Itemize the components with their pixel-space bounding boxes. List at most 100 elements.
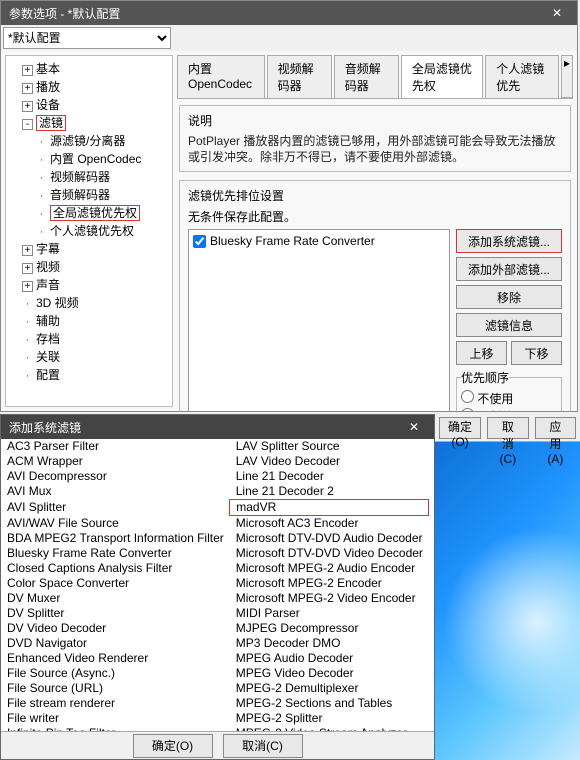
ok-button[interactable]: 确定(O) — [439, 417, 481, 439]
filter-cell[interactable]: BDA MPEG2 Transport Information Filter — [1, 531, 230, 546]
filter-cell[interactable]: StreamBuffer — [429, 606, 434, 621]
filter-row[interactable]: AVI SplittermadVROverlay Mixer — [1, 500, 434, 516]
tab[interactable]: 音频解码器 — [334, 55, 399, 98]
filter-cell[interactable]: Smart Tee — [429, 576, 434, 591]
category-tree[interactable]: +基本+播放+设备-滤镜·源滤镜/分离器·内置 OpenCodec·视频解码器·… — [5, 55, 173, 407]
filter-cell[interactable]: AVI Mux — [1, 484, 230, 500]
filter-cell[interactable]: Microsoft MPEG-2 Encoder — [230, 576, 429, 591]
profile-select[interactable]: *默认配置 — [3, 27, 171, 49]
tab[interactable]: 全局滤镜优先权 — [401, 55, 483, 98]
filter-cell[interactable]: Multi-file Pa — [429, 454, 434, 469]
expand-icon[interactable]: + — [22, 245, 33, 256]
filter-cell[interactable]: LAV Splitter Source — [230, 439, 429, 454]
filter-cell[interactable]: Closed Captions Analysis Filter — [1, 561, 230, 576]
tree-item[interactable]: ·配置 — [22, 366, 170, 384]
filter-cell[interactable]: VBI Surface A — [429, 651, 434, 666]
tree-item[interactable]: ·关联 — [22, 348, 170, 366]
filter-cell[interactable]: SampleGrabb — [429, 531, 434, 546]
filter-cell[interactable]: MPEG-2 Splitter — [230, 711, 429, 726]
priority-radio[interactable] — [461, 390, 474, 403]
filter-row[interactable]: DV SplitterMIDI ParserStreamBuffer — [1, 606, 434, 621]
filter-item-checkbox[interactable] — [193, 235, 206, 248]
tab[interactable]: 视频解码器 — [267, 55, 332, 98]
filter-row[interactable]: File Source (Async.)MPEG Video DecoderVG… — [1, 666, 434, 681]
filter-row[interactable]: DV Video DecoderMJPEG DecompressorStream… — [1, 621, 434, 636]
filter-cell[interactable]: MJPEG Decompressor — [230, 621, 429, 636]
move-up-button[interactable]: 上移 — [456, 341, 507, 365]
filter-cell[interactable]: Video Rende — [429, 711, 434, 726]
filter-row[interactable]: DVD NavigatorMP3 Decoder DMOVBI Codec — [1, 636, 434, 651]
filter-row[interactable]: AVI MuxLine 21 Decoder 2Overlay Mixer — [1, 484, 434, 500]
filter-row[interactable]: File writerMPEG-2 SplitterVideo Rende — [1, 711, 434, 726]
tree-item[interactable]: +播放 — [22, 78, 170, 96]
filter-cell[interactable]: DV Splitter — [1, 606, 230, 621]
filter-cell[interactable]: ACM Wrapper — [1, 454, 230, 469]
tab-scroll-right-icon[interactable]: ▸ — [561, 55, 573, 98]
filter-cell[interactable]: Microsoft AC3 Encoder — [230, 516, 429, 532]
add-external-filter-button[interactable]: 添加外部滤镜... — [456, 257, 562, 281]
tree-item[interactable]: ·视频解码器 — [36, 168, 170, 186]
filter-row[interactable]: AC3 Parser FilterLAV Splitter SourceMPEG… — [1, 439, 434, 454]
tree-item[interactable]: ·存档 — [22, 330, 170, 348]
tree-item[interactable]: ·全局滤镜优先权 — [36, 204, 170, 222]
filter-cell[interactable]: Microsoft DTV-DVD Audio Decoder — [230, 531, 429, 546]
filter-cell[interactable]: madVR — [230, 500, 429, 516]
filter-row[interactable]: DV MuxerMicrosoft MPEG-2 Video EncoderSt… — [1, 591, 434, 606]
tree-item[interactable]: ·内置 OpenCodec — [36, 150, 170, 168]
filter-cell[interactable]: DV Muxer — [1, 591, 230, 606]
filter-cell[interactable]: MPEG Audio Decoder — [230, 651, 429, 666]
filter-info-button[interactable]: 滤镜信息 — [456, 313, 562, 337]
filter-cell[interactable]: Overlay Mixer — [429, 500, 434, 516]
tree-item[interactable]: -滤镜 — [22, 114, 170, 132]
tree-item[interactable]: ·源滤镜/分离器 — [36, 132, 170, 150]
filter-row[interactable]: File Source (URL)MPEG-2 DemultiplexerVid… — [1, 681, 434, 696]
filter-cell[interactable]: Microsoft DTV-DVD Video Decoder — [230, 546, 429, 561]
tree-item[interactable]: ·3D 视频 — [22, 294, 170, 312]
filter-cell[interactable]: AC3 Parser Filter — [1, 439, 230, 454]
remove-filter-button[interactable]: 移除 — [456, 285, 562, 309]
expand-icon[interactable]: + — [22, 83, 33, 94]
filter-row[interactable]: AVI DecompressorLine 21 DecoderNull Rend… — [1, 469, 434, 484]
filter-row[interactable]: Closed Captions Analysis FilterMicrosoft… — [1, 561, 434, 576]
filter-cell[interactable]: VGA 16 Color — [429, 666, 434, 681]
filter-row[interactable]: Enhanced Video RendererMPEG Audio Decode… — [1, 651, 434, 666]
tree-item[interactable]: ·个人滤镜优先权 — [36, 222, 170, 240]
filter-cell[interactable]: MP3 Decoder DMO — [230, 636, 429, 651]
tree-item[interactable]: +设备 — [22, 96, 170, 114]
filter-item[interactable]: Bluesky Frame Rate Converter — [193, 234, 445, 248]
filter-cell[interactable]: StreamBuffer — [429, 621, 434, 636]
add-filter-ok-button[interactable]: 确定(O) — [133, 734, 213, 758]
filter-cell[interactable]: MPEG-I Strea — [429, 439, 434, 454]
filter-cell[interactable]: AVI Decompressor — [1, 469, 230, 484]
filter-cell[interactable]: Color Space Converter — [1, 576, 230, 591]
filter-cell[interactable]: SBE2MediaTy — [429, 561, 434, 576]
filter-cell[interactable]: Microsoft MPEG-2 Audio Encoder — [230, 561, 429, 576]
filter-cell[interactable]: Line 21 Decoder 2 — [230, 484, 429, 500]
filter-cell[interactable]: MPEG Video Decoder — [230, 666, 429, 681]
filter-cell[interactable]: DVD Navigator — [1, 636, 230, 651]
filter-cell[interactable]: MPEG-2 Demultiplexer — [230, 681, 429, 696]
filter-cell[interactable]: Video Mixing — [429, 681, 434, 696]
move-down-button[interactable]: 下移 — [511, 341, 562, 365]
tab[interactable]: 内置 OpenCodec — [177, 55, 265, 98]
cancel-button[interactable]: 取消(C) — [487, 417, 529, 439]
filter-cell[interactable]: AVI/WAV File Source — [1, 516, 230, 532]
filter-cell[interactable]: Video Port M — [429, 696, 434, 711]
filter-cell[interactable]: StreamBuffer — [429, 591, 434, 606]
expand-icon[interactable]: - — [22, 119, 33, 130]
filter-cell[interactable]: MPEG-2 Sections and Tables — [230, 696, 429, 711]
priority-radio[interactable] — [461, 408, 474, 411]
tab[interactable]: 个人滤镜优先 — [485, 55, 559, 98]
filter-cell[interactable]: File Source (URL) — [1, 681, 230, 696]
close-icon[interactable]: ✕ — [545, 6, 569, 20]
filter-cell[interactable]: Null Rendere — [429, 469, 434, 484]
apply-button[interactable]: 应用(A) — [535, 417, 576, 439]
add-filter-titlebar[interactable]: 添加系统滤镜 ✕ — [1, 415, 434, 439]
system-filter-list[interactable]: AC3 Parser FilterLAV Splitter SourceMPEG… — [1, 439, 434, 731]
tree-item[interactable]: ·辅助 — [22, 312, 170, 330]
filter-cell[interactable]: Enhanced Video Renderer — [1, 651, 230, 666]
filter-cell[interactable]: Line 21 Decoder — [230, 469, 429, 484]
add-system-filter-button[interactable]: 添加系统滤镜... — [456, 229, 562, 253]
filter-cell[interactable]: DV Video Decoder — [1, 621, 230, 636]
filter-cell[interactable]: AVI Splitter — [1, 500, 230, 516]
